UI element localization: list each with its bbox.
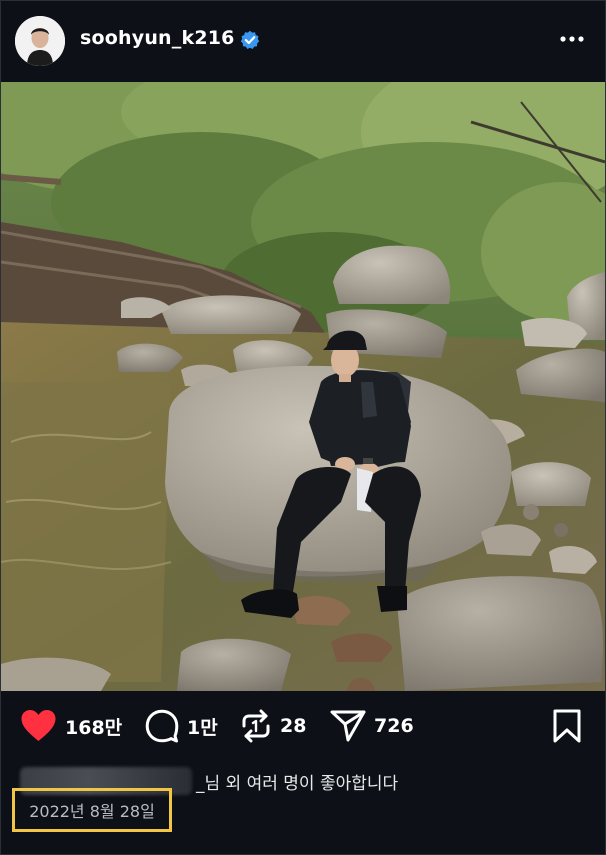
- comment-count: 1만: [187, 716, 218, 739]
- verified-badge-icon: [240, 30, 260, 49]
- more-options-icon[interactable]: [556, 26, 588, 52]
- post-actions: 168만 1만 28 726: [0, 698, 606, 758]
- repost-button[interactable]: 28: [240, 708, 306, 744]
- like-count: 168만: [65, 716, 123, 739]
- comment-icon: [145, 709, 179, 743]
- username[interactable]: soohyun_k216: [80, 27, 235, 49]
- post-date-text: 2022년 8월 28일: [29, 802, 155, 821]
- share-count: 726: [374, 715, 414, 737]
- save-button[interactable]: [552, 708, 582, 744]
- share-button[interactable]: 726: [330, 708, 414, 744]
- avatar[interactable]: [15, 16, 65, 66]
- like-button[interactable]: 168만: [20, 708, 122, 744]
- post-photo[interactable]: [1, 82, 605, 691]
- repost-icon: [242, 709, 270, 743]
- repost-count: 28: [280, 715, 307, 737]
- comment-button[interactable]: 1만: [145, 708, 218, 744]
- liked-by-text: _님 외 여러 명이 좋아합니다: [196, 773, 399, 794]
- post-header: soohyun_k216: [0, 0, 606, 82]
- heart-filled-icon: [21, 710, 56, 741]
- post-date: 2022년 8월 28일: [12, 788, 172, 832]
- bookmark-icon: [553, 709, 581, 743]
- send-icon: [330, 710, 366, 742]
